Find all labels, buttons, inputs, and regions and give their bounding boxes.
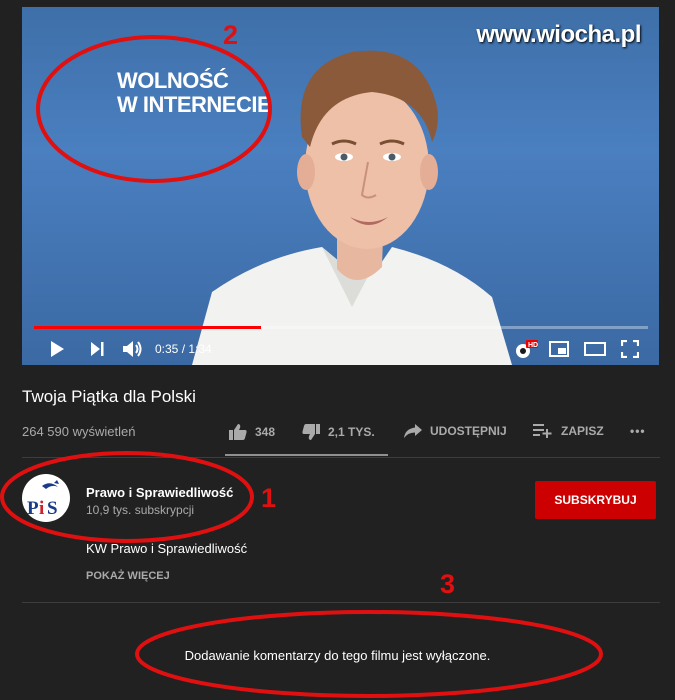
video-title: Twoja Piątka dla Polski bbox=[22, 387, 196, 406]
fullscreen-icon[interactable] bbox=[621, 340, 639, 358]
play-icon[interactable] bbox=[49, 341, 65, 357]
annotation-number-2: 2 bbox=[223, 20, 239, 50]
view-count: 264 590 wyświetleń bbox=[22, 424, 136, 439]
channel-avatar[interactable]: P i S bbox=[22, 474, 70, 522]
save-button[interactable]: ZAPISZ bbox=[533, 424, 604, 438]
annotation-number-1: 1 bbox=[261, 483, 277, 513]
show-more-button[interactable]: POKAŻ WIĘCEJ bbox=[86, 570, 170, 582]
subscriber-count: 10,9 tys. subskrypcji bbox=[86, 503, 195, 517]
svg-text:i: i bbox=[39, 498, 44, 519]
hd-badge: HD bbox=[528, 342, 538, 349]
share-button[interactable]: UDOSTĘPNIJ bbox=[404, 424, 507, 438]
presenter-image bbox=[192, 50, 512, 365]
like-ratio-bar bbox=[225, 454, 388, 456]
player-controls: 0:35 / 1:34 HD bbox=[22, 333, 659, 365]
miniplayer-icon[interactable] bbox=[549, 341, 569, 357]
thumbs-down-icon bbox=[302, 424, 320, 440]
like-count: 348 bbox=[255, 425, 276, 439]
more-icon: ••• bbox=[630, 424, 646, 438]
slogan-line-2: W INTERNECIE bbox=[117, 92, 272, 117]
share-label: UDOSTĘPNIJ bbox=[430, 424, 507, 438]
more-actions-button[interactable]: ••• bbox=[630, 424, 646, 438]
channel-name[interactable]: Prawo i Sprawiedliwość bbox=[86, 485, 233, 500]
theater-mode-icon[interactable] bbox=[584, 342, 606, 356]
svg-text:P: P bbox=[27, 498, 39, 519]
video-player[interactable]: www.wiocha.pl WOLNOŚĆ W INTERNECIE 0:35 … bbox=[22, 7, 659, 365]
thumbs-up-icon bbox=[229, 424, 247, 440]
progress-played bbox=[34, 326, 262, 329]
channel-logo: P i S bbox=[27, 480, 59, 519]
video-slogan: WOLNOŚĆ W INTERNECIE bbox=[117, 68, 272, 117]
playlist-add-icon bbox=[533, 424, 552, 438]
dislike-count: 2,1 TYS. bbox=[328, 425, 375, 439]
svg-text:S: S bbox=[47, 498, 58, 519]
comments-disabled-message: Dodawanie komentarzy do tego filmu jest … bbox=[184, 648, 491, 663]
volume-icon[interactable] bbox=[122, 339, 144, 359]
dislike-button[interactable]: 2,1 TYS. bbox=[302, 424, 375, 440]
share-icon bbox=[404, 424, 422, 438]
like-button[interactable]: 348 bbox=[229, 424, 275, 440]
save-label: ZAPISZ bbox=[561, 424, 604, 438]
next-icon[interactable] bbox=[90, 342, 104, 356]
settings-icon[interactable]: HD bbox=[514, 339, 538, 361]
video-description: KW Prawo i Sprawiedliwość bbox=[86, 541, 248, 556]
subscribe-button[interactable]: SUBSKRYBUJ bbox=[535, 481, 656, 519]
watermark: www.wiocha.pl bbox=[476, 21, 641, 48]
divider-bottom bbox=[22, 602, 660, 603]
slogan-line-1: WOLNOŚĆ bbox=[117, 68, 229, 93]
annotation-number-3: 3 bbox=[440, 569, 456, 599]
time-display: 0:35 / 1:34 bbox=[155, 342, 212, 356]
divider-top bbox=[22, 457, 660, 458]
